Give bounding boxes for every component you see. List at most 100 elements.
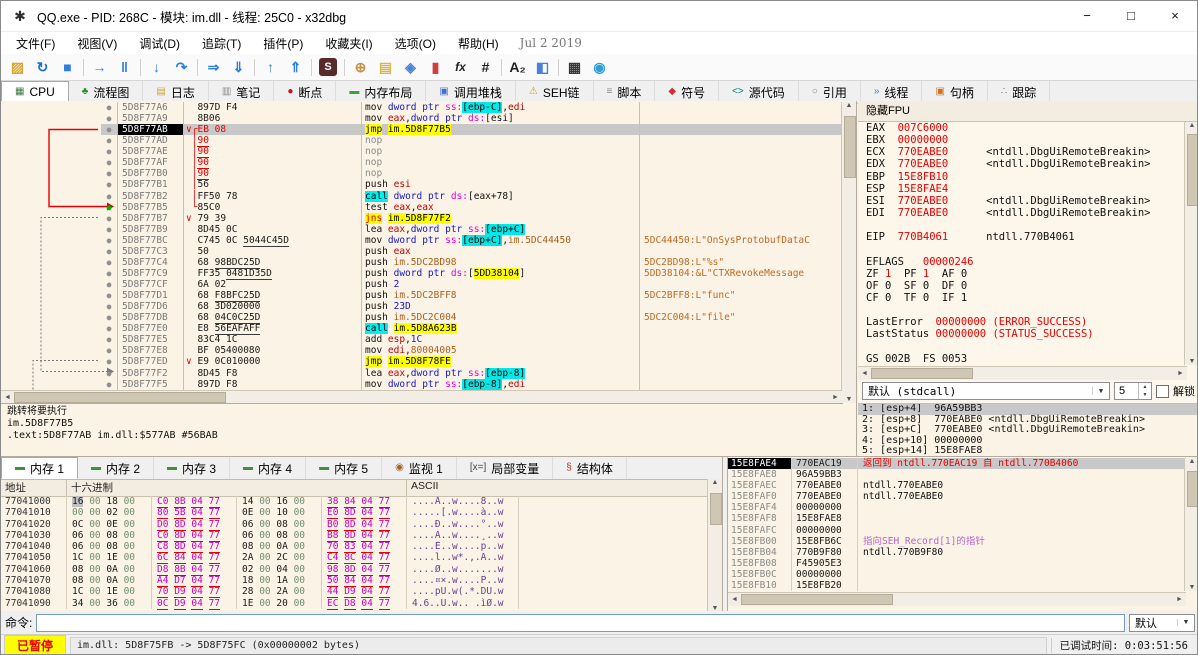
disasm-row[interactable]: ● 5D8F77CF 6A 02 push 2 (1, 279, 842, 291)
minimize-button[interactable]: − (1065, 2, 1109, 30)
tab-监视 1[interactable]: ◉ 监视 1 (382, 457, 457, 479)
breakpoint-dot[interactable]: ● (101, 256, 118, 268)
tab-CPU[interactable]: ▦ CPU (1, 81, 69, 103)
tab-断点[interactable]: ● 断点 (274, 81, 337, 103)
scroll-down-icon[interactable]: ▼ (1185, 584, 1197, 591)
stack-row[interactable]: 15E8FB0C 00000000 (728, 568, 1186, 581)
register-line[interactable]: EDX 770EABE0 <ntdll.DbgUiRemoteBreakin> (866, 158, 1187, 170)
disasm-vertical-scrollbar[interactable]: ▲ ▼ (841, 102, 856, 403)
registers-vertical-scrollbar[interactable]: ▲ ▼ (1184, 122, 1197, 365)
register-line[interactable]: ESP 15E8FAE4 (866, 183, 1187, 195)
disasm-row[interactable]: ● 5D8F77B2 │FF50 78 call dword ptr ds:[eax… (1, 190, 842, 202)
stack-row[interactable]: 15E8FAFC 00000000 (728, 524, 1186, 536)
dump-row[interactable]: 77041030 06 00 08 00 C0 8D 04 77 06 00 08 0… (1, 529, 708, 542)
register-line[interactable]: ZF 1 PF 1 AF 0 (866, 268, 1187, 280)
maximize-button[interactable]: □ (1109, 2, 1153, 30)
open-file-icon[interactable]: ▨ (5, 56, 30, 78)
breakpoint-dot[interactable]: ● (101, 234, 118, 246)
tab-源代码[interactable]: <> 源代码 (719, 81, 799, 103)
calculator-icon[interactable]: ▦ (562, 56, 587, 78)
breakpoint-dot[interactable]: ● (101, 378, 118, 390)
breakpoint-dot[interactable]: ● (101, 367, 118, 379)
stack-row[interactable]: 15E8FAF4 00000000 (728, 502, 1186, 514)
breakpoint-dot[interactable]: ● (101, 245, 118, 257)
execute-till-return-icon[interactable]: ↑ (258, 56, 283, 78)
disasm-row[interactable]: ● 5D8F77B1 │56 push esi (1, 179, 842, 191)
disasm-row[interactable]: ● 5D8F77D6 68 3D020000 push 23D (1, 301, 842, 313)
stack-row[interactable]: 15E8FB00 15E8FB6C 指向SEH_Record[1]的指针 (728, 535, 1186, 547)
disasm-row[interactable]: ● 5D8F77F2 8D45 F8 lea eax,dword ptr ss:[e… (1, 367, 842, 379)
breakpoint-dot[interactable]: ● (101, 334, 118, 346)
scroll-left-icon[interactable]: ◄ (858, 370, 871, 377)
disasm-row[interactable]: ● 5D8F77B5 └85C0 test eax,eax (1, 201, 842, 213)
stack-row[interactable]: 15E8FB08 F45905E3 (728, 557, 1186, 569)
stack-row[interactable]: 15E8FB10 15E8FB20 (728, 580, 1186, 591)
register-line[interactable] (866, 219, 1187, 231)
breakpoint-dot[interactable]: ● (101, 135, 118, 147)
menu-item[interactable]: 插件(P) (252, 33, 314, 54)
register-line[interactable]: EAX 007C6000 (866, 122, 1187, 134)
label-icon[interactable]: ◈ (398, 56, 423, 78)
disasm-row[interactable]: ● 5D8F77D1 68 F8BFC25D push im.5DC2BFF8 5DC… (1, 290, 842, 303)
tab-引用[interactable]: ○ 引用 (799, 81, 861, 103)
disasm-row[interactable]: ● 5D8F77AE │90 nop (1, 146, 842, 159)
disasm-row[interactable]: ● 5D8F77B0 │90 nop (1, 168, 842, 181)
register-line[interactable]: GS 002B FS 0053 (866, 353, 1187, 365)
register-line[interactable]: ECX 770EABE0 <ntdll.DbgUiRemoteBreakin> (866, 146, 1187, 158)
disasm-row[interactable]: ● 5D8F77DB 68 04C0C25D push im.5DC2C004 5DC… (1, 312, 842, 325)
register-line[interactable] (866, 304, 1187, 316)
tab-局部变量[interactable]: [x=] 局部变量 (457, 457, 554, 479)
tab-内存 5[interactable]: ▬ 内存 5 (306, 457, 383, 479)
breakpoint-dot[interactable]: ● (101, 279, 118, 291)
disasm-row[interactable]: ● 5D8F77A6 897D F4 mov dword ptr ss:[ebp-C… (1, 102, 842, 114)
registers-horizontal-scrollbar[interactable]: ◄ ► (858, 366, 1187, 380)
restart-icon[interactable]: ↻ (30, 56, 55, 78)
close-button[interactable]: × (1153, 2, 1197, 30)
disasm-row[interactable]: ● 5D8F77E0 E8 56EAFAFF call im.5D8A623B (1, 323, 842, 336)
run-to-selection-icon[interactable]: ⇒ (201, 56, 226, 78)
breakpoint-dot[interactable]: ● (101, 113, 118, 125)
breakpoint-dot[interactable]: ● (101, 212, 118, 224)
calling-convention-select[interactable]: 默认 (stdcall) ▼ (862, 382, 1110, 400)
stack-row[interactable]: 15E8FAE8 96A59BB3 (728, 469, 1186, 481)
run-icon[interactable]: → (87, 56, 112, 78)
disasm-row[interactable]: ● 5D8F77BC C745 0C 5044C45D mov dword ptr … (1, 234, 842, 247)
tab-结构体[interactable]: § 结构体 (553, 457, 627, 479)
dump-row[interactable]: 77041000 16 00 18 00 C0 8B 04 77 14 00 16 0… (1, 496, 708, 508)
breakpoint-dot[interactable]: ● (101, 290, 118, 302)
menu-item[interactable]: 调试(D) (128, 33, 191, 54)
disasm-row[interactable]: ● 5D8F77AF │90 nop (1, 157, 842, 170)
argument-row[interactable]: 1: [esp+4] 96A59BB3 (858, 404, 1197, 415)
dump-row[interactable]: 77041050 1C 00 1E 00 6C 84 04 77 2A 00 2C 0… (1, 552, 708, 565)
tab-内存布局[interactable]: ▬ 内存布局 (336, 81, 427, 103)
register-line[interactable]: OF 0 SF 0 DF 0 (866, 280, 1187, 292)
tab-内存 2[interactable]: ▬ 内存 2 (78, 457, 155, 479)
dump-row[interactable]: 77041070 08 00 0A 00 A4 D7 04 77 18 00 1A 0… (1, 575, 708, 588)
patch-icon[interactable]: ⊕ (348, 56, 373, 78)
scroll-up-icon[interactable]: ▲ (1185, 458, 1197, 465)
favourites-icon[interactable]: ◉ (587, 56, 612, 78)
stack-row[interactable]: 15E8FAF8 15E8FAE8 (728, 513, 1186, 525)
stack-row[interactable]: 15E8FB04 770B9F80 ntdll.770B9F80 (728, 546, 1186, 558)
register-line[interactable]: ESI 770EABE0 <ntdll.DbgUiRemoteBreakin> (866, 195, 1187, 207)
memory-dump-pane[interactable]: ▬ 内存 1 ▬ 内存 2 ▬ 内存 3 ▬ 内存 4 ▬ 内存 5 ◉ 监视 1 [x=] 局部变量 § 结… (1, 457, 723, 612)
scroll-left-icon[interactable]: ◄ (728, 596, 741, 603)
register-line[interactable] (866, 243, 1187, 255)
scroll-right-icon[interactable]: ► (1173, 596, 1186, 603)
stack-row[interactable]: 15E8FAF0 770EABE0 ntdll.770EABE0 (728, 491, 1186, 503)
tab-句柄[interactable]: ▣ 句柄 (922, 81, 988, 103)
breakpoint-dot[interactable]: ● (101, 168, 118, 180)
tab-内存 1[interactable]: ▬ 内存 1 (1, 457, 79, 479)
tab-笔记[interactable]: ▥ 笔记 (209, 81, 275, 103)
menu-item[interactable]: 追踪(T) (191, 33, 252, 54)
scroll-up-icon[interactable]: ▲ (842, 102, 856, 109)
dump-row[interactable]: 77041080 1C 00 1E 00 70 D9 04 77 28 00 2A 0… (1, 586, 708, 599)
menu-item[interactable]: 选项(O) (384, 33, 447, 54)
dump-row[interactable]: 77041090 34 00 36 00 0C D9 04 77 1E 00 20 0… (1, 597, 708, 610)
register-line[interactable]: EIP 770B4061 ntdll.770B4061 (866, 231, 1187, 243)
disasm-row[interactable]: ● 5D8F77C4 68 98BDC25D push im.5DC2BD98 5DC… (1, 256, 842, 269)
tab-SEH链[interactable]: ⚠ SEH链 (516, 81, 594, 103)
breakpoint-dot[interactable]: ● (101, 323, 118, 335)
command-input[interactable] (36, 613, 1125, 632)
breakpoint-dot[interactable]: ● (101, 157, 118, 169)
